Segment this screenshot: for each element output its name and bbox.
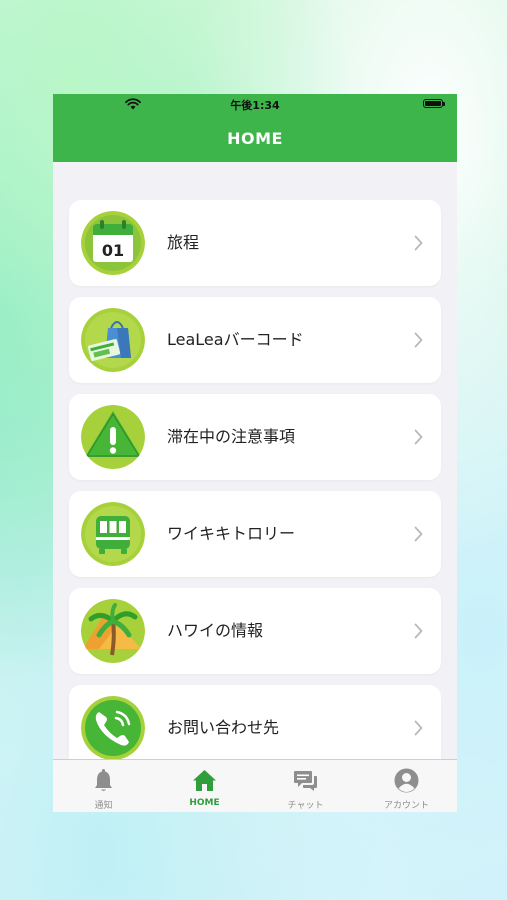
tab-label: チャット	[287, 801, 324, 811]
app-header: 午後1:34 HOME	[53, 94, 457, 162]
tab-home[interactable]: HOME	[154, 760, 255, 812]
tab-label: 通知	[94, 801, 113, 811]
trolley-icon	[81, 502, 145, 566]
status-bar: 午後1:34	[53, 94, 457, 116]
menu-item-hawaii-info[interactable]: ハワイの情報	[69, 588, 441, 674]
menu-item-label: LeaLeaバーコード	[167, 330, 304, 349]
menu-item-itinerary[interactable]: 01 旅程	[69, 200, 441, 286]
tab-label: アカウント	[383, 801, 429, 811]
chevron-right-icon	[414, 526, 423, 542]
palm-tree-icon	[81, 599, 145, 663]
menu-item-label: 滞在中の注意事項	[167, 427, 296, 446]
tab-notifications[interactable]: 通知	[53, 760, 154, 812]
phone-icon	[81, 696, 145, 760]
bell-icon	[95, 769, 112, 791]
chevron-right-icon	[414, 332, 423, 348]
tab-bar: 通知 HOME チャット アカウント	[53, 759, 457, 812]
chat-icon	[294, 771, 317, 791]
battery-icon	[423, 99, 445, 108]
home-icon	[193, 770, 216, 791]
menu-item-label: 旅程	[167, 233, 200, 252]
tab-chat[interactable]: チャット	[255, 760, 356, 812]
menu-item-label: ワイキキトロリー	[167, 524, 296, 543]
svg-text:01: 01	[102, 241, 124, 260]
menu-item-label: ハワイの情報	[167, 621, 264, 640]
phone-screen: 午後1:34 HOME 01 旅程 LeaLeaバーコード 滞在中の注意事項 ワ…	[53, 94, 457, 812]
menu-item-stay-precautions[interactable]: 滞在中の注意事項	[69, 394, 441, 480]
shopping-bag-icon	[81, 308, 145, 372]
tab-account[interactable]: アカウント	[356, 760, 457, 812]
tab-label: HOME	[189, 798, 220, 808]
warning-icon	[81, 405, 145, 469]
menu-item-lealea-barcode[interactable]: LeaLeaバーコード	[69, 297, 441, 383]
status-time: 午後1:34	[230, 99, 280, 112]
menu-item-waikiki-trolley[interactable]: ワイキキトロリー	[69, 491, 441, 577]
account-icon	[394, 768, 419, 793]
chevron-right-icon	[414, 720, 423, 736]
calendar-icon: 01	[81, 211, 145, 275]
chevron-right-icon	[414, 623, 423, 639]
chevron-right-icon	[414, 235, 423, 251]
page-title: HOME	[227, 129, 283, 148]
chevron-right-icon	[414, 429, 423, 445]
